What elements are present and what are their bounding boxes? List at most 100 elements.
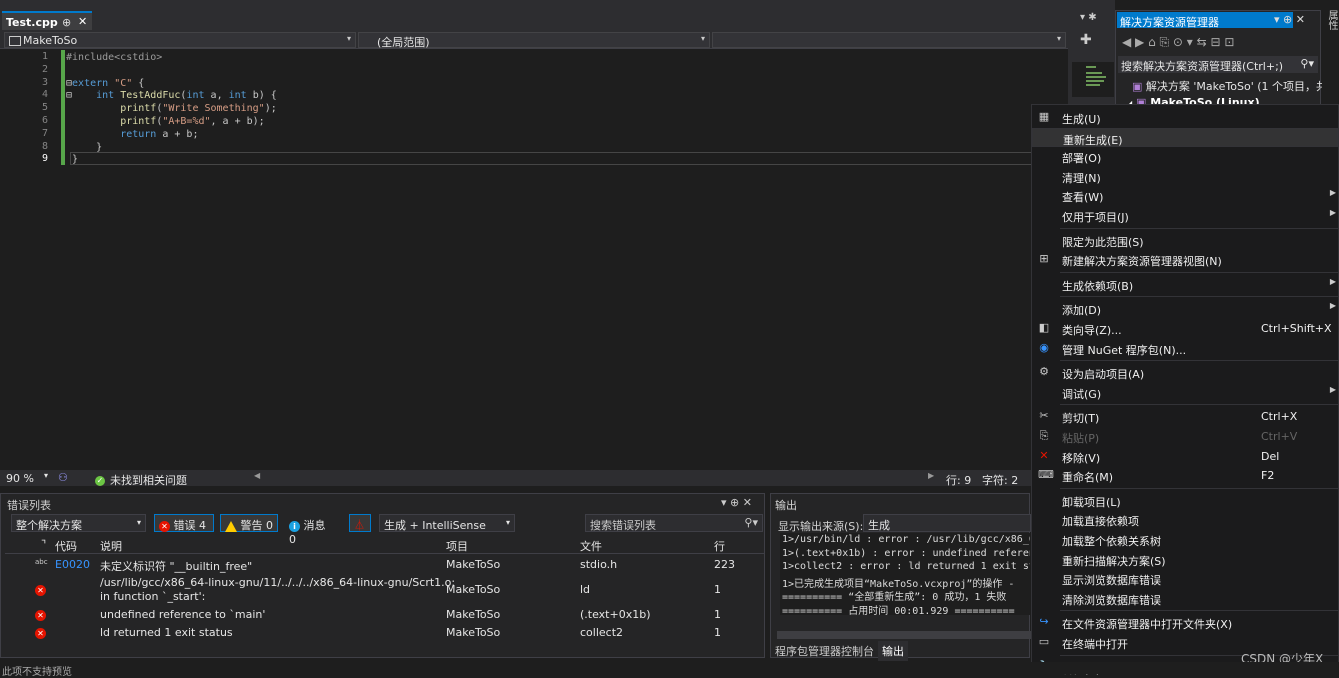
close-icon[interactable]: ✕	[78, 15, 87, 28]
col-line[interactable]: 行	[714, 538, 725, 554]
menu-item-label: 清理(N)	[1062, 171, 1101, 185]
error-row[interactable]: abc E0020 未定义标识符 "__builtin_free" MakeToSo s…	[5, 556, 764, 574]
error-row[interactable]: ✕ /usr/lib/gcc/x86_64-linux-gnu/11/../../…	[5, 574, 764, 606]
solution-search-input[interactable]: 搜索解决方案资源管理器(Ctrl+;) ⚲▾	[1118, 56, 1318, 73]
pin-icon[interactable]: ⊕	[62, 16, 71, 29]
code-line[interactable]: ⊟extern "C" {	[66, 77, 144, 90]
menu-item[interactable]: 生成依赖项(B) ▶	[1032, 275, 1338, 294]
issues-status[interactable]: 未找到相关问题	[110, 472, 187, 488]
col-project[interactable]: 项目	[446, 538, 468, 554]
menu-item[interactable]: ⊞ 新建解决方案资源管理器视图(N)	[1032, 250, 1338, 269]
solution-explorer-title: 解决方案资源管理器	[1117, 12, 1293, 29]
project-dropdown-label: MakeToSo	[23, 34, 78, 47]
info-icon: i	[289, 521, 300, 532]
menu-item-label: 粘贴(P)	[1062, 432, 1100, 445]
menu-item[interactable]: 重新扫描解决方案(S)	[1032, 550, 1338, 569]
menu-item[interactable]: ⚙ 设为启动项目(A)	[1032, 363, 1338, 382]
zoom-level[interactable]: 90 %	[6, 472, 34, 485]
source-dropdown[interactable]: 生成 + IntelliSense ▾	[379, 514, 515, 532]
project-dropdown[interactable]: MakeToSo ▾	[4, 32, 356, 48]
chevron-down-icon[interactable]: ▾	[44, 471, 48, 480]
menu-item[interactable]: 调试(G) ▶	[1032, 383, 1338, 402]
minimap[interactable]	[1072, 62, 1114, 97]
menu-item[interactable]: ⌨ 重命名(M) F2	[1032, 466, 1338, 485]
line-number: 2	[41, 63, 48, 75]
menu-item-label: 部署(O)	[1062, 152, 1102, 166]
output-source-dropdown[interactable]: 生成	[863, 514, 1031, 532]
scope-label: 整个解决方案	[16, 519, 82, 532]
tab-overflow-icon[interactable]: ▾ ✱	[1080, 12, 1097, 23]
menu-item[interactable]: ◧ 类向导(Z)... Ctrl+Shift+X	[1032, 319, 1338, 338]
current-line-highlight	[70, 152, 1068, 165]
line-number: 6	[41, 115, 48, 126]
menu-item[interactable]: 仅用于项目(J) ▶	[1032, 206, 1338, 225]
side-tab-properties[interactable]: 属性	[1324, 10, 1339, 40]
menu-item[interactable]: 清除浏览数据库错误	[1032, 589, 1338, 608]
horizontal-scrollbar[interactable]	[777, 631, 1031, 639]
chevron-right-icon: ▶	[1329, 208, 1336, 217]
messages-filter-button[interactable]: i 消息 0	[284, 514, 340, 546]
menu-item[interactable]: ↪ 在文件资源管理器中打开文件夹(X)	[1032, 613, 1338, 632]
code-line[interactable]: ⊟ int TestAddFuc(int a, int b) {	[66, 89, 277, 102]
menu-item[interactable]: 清理(N)	[1032, 167, 1338, 186]
error-cell-file: stdio.h	[580, 558, 618, 571]
code-line[interactable]: }	[66, 153, 78, 166]
solution-explorer-title-text: 解决方案资源管理器	[1120, 16, 1219, 29]
error-row[interactable]: ✕ ld returned 1 exit status MakeToSo collec…	[5, 624, 764, 642]
panel-controls-icon[interactable]: ▾ ⊕ ✕	[1274, 13, 1305, 26]
filter-icon[interactable]: ⏃	[349, 514, 371, 532]
solution-node[interactable]: ▣ 解决方案 'MakeToSo' (1 个项目，共	[1132, 78, 1322, 94]
navigation-bar: MakeToSo ▾ (全局范围) ▾ ▾	[0, 30, 1068, 49]
menu-item[interactable]: 添加(D) ▶	[1032, 299, 1338, 318]
scope-dropdown[interactable]: (全局范围) ▾	[358, 32, 710, 49]
code-token: "A+B=%d"	[162, 116, 211, 127]
menu-item-label: 类向导(Z)...	[1062, 324, 1122, 337]
menu-item[interactable]: ◉ 管理 NuGet 程序包(N)...	[1032, 339, 1338, 358]
menu-item[interactable]: 查看(W) ▶	[1032, 186, 1338, 205]
col-code[interactable]: 代码	[55, 538, 77, 554]
menu-item[interactable]: 重新生成(E)	[1032, 127, 1338, 147]
col-desc[interactable]: 说明	[100, 538, 122, 554]
code-line[interactable]: printf("Write Something");	[66, 102, 277, 115]
scroll-right-icon[interactable]: ▶	[928, 471, 934, 480]
check-icon: ✓	[95, 476, 105, 486]
split-icon[interactable]: ✚	[1080, 32, 1092, 48]
menu-item[interactable]: ✂ 剪切(T) Ctrl+X	[1032, 407, 1338, 426]
error-cell-line: 1	[714, 626, 721, 639]
tab-package-console[interactable]: 程序包管理器控制台	[775, 643, 874, 659]
scroll-left-icon[interactable]: ◀	[254, 471, 260, 480]
menu-item[interactable]: 显示浏览数据库错误	[1032, 569, 1338, 588]
sort-icon[interactable]: ⌝	[41, 538, 46, 551]
tab-test-cpp[interactable]: Test.cpp ⊕ ✕	[2, 11, 92, 30]
member-dropdown[interactable]: ▾	[712, 32, 1066, 48]
menu-item[interactable]: 加载整个依赖关系树	[1032, 530, 1338, 549]
col-file[interactable]: 文件	[580, 538, 602, 554]
output-line: ========== 占用时间 00:01.929 ==========	[782, 605, 1015, 616]
output-line: 1>(.text+0x1b) : error : undefined refer…	[782, 547, 1030, 559]
code-token: int	[228, 90, 253, 102]
menu-item[interactable]: 加载直接依赖项	[1032, 510, 1338, 529]
code-line[interactable]: }	[66, 141, 102, 154]
scope-dropdown[interactable]: 整个解决方案 ▾	[11, 514, 146, 532]
errors-filter-button[interactable]: ✕ 错误 4	[154, 514, 214, 532]
menu-item[interactable]: 部署(O)	[1032, 147, 1338, 166]
output-text[interactable]: 1>/usr/bin/ld : error : /usr/lib/gcc/x86…	[780, 533, 1030, 615]
menu-item-label: 重命名(M)	[1062, 471, 1114, 485]
warning-icon	[225, 520, 237, 532]
code-line[interactable]: return a + b;	[66, 128, 198, 141]
error-cell-line: 1	[714, 608, 721, 621]
code-line[interactable]: printf("A+B=%d", a + b);	[66, 115, 265, 128]
menu-item[interactable]: ✕ 移除(V) Del	[1032, 447, 1338, 466]
menu-item[interactable]: 限定为此范围(S)	[1032, 231, 1338, 250]
error-row[interactable]: ✕ undefined reference to `main' MakeToSo (.…	[5, 606, 764, 624]
panel-controls-icon[interactable]: ▾ ⊕ ✕	[721, 496, 752, 509]
solution-toolbar[interactable]: ◀ ▶ ⌂ ⎘ ⊙ ▾ ⇆ ⊟ ⊡	[1122, 35, 1234, 50]
tab-output[interactable]: 输出	[878, 641, 908, 661]
error-search-input[interactable]: 搜索错误列表 ⚲▾	[585, 514, 763, 532]
intellicode-icon[interactable]: ⚇	[58, 471, 68, 484]
menu-item[interactable]: ▦ 生成(U)	[1032, 108, 1338, 127]
menu-item[interactable]: 卸载项目(L)	[1032, 491, 1338, 510]
code-line[interactable]: #include<cstdio>	[66, 51, 162, 64]
warnings-filter-button[interactable]: 警告 0	[220, 514, 278, 532]
build-icon: ▦	[1038, 110, 1050, 123]
